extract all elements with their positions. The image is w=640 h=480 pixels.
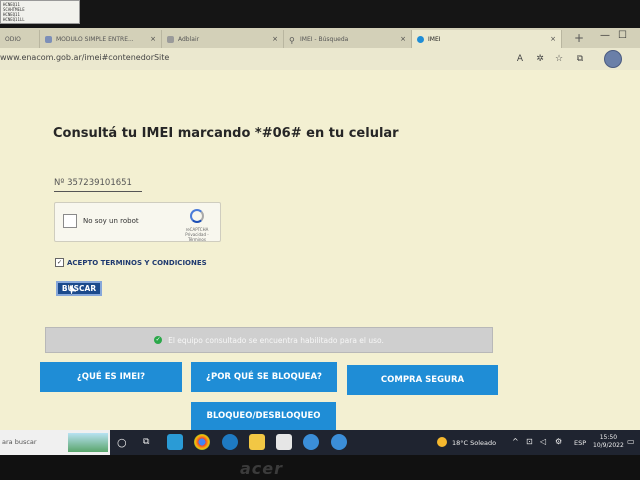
chevron-up-icon[interactable]: ^: [512, 437, 519, 446]
url-field[interactable]: www.enacom.gob.ar/imei#contenedorSite: [0, 53, 169, 62]
edge-icon[interactable]: [222, 434, 238, 450]
result-banner: ✓ El equipo consultado se encuentra habi…: [45, 327, 493, 353]
recaptcha-icon: [190, 209, 204, 223]
page-icon: [45, 35, 52, 43]
cortana-icon[interactable]: ○: [117, 436, 127, 449]
search-button[interactable]: BUSCAR: [56, 281, 102, 296]
weather-sun-icon: [437, 437, 447, 447]
language-indicator[interactable]: ESP: [574, 439, 586, 447]
address-bar: www.enacom.gob.ar/imei#contenedorSite A …: [0, 48, 640, 71]
app-icon[interactable]: [331, 434, 347, 450]
terms-checkbox[interactable]: ✓: [55, 258, 64, 267]
tab-odio[interactable]: ODIO: [0, 30, 40, 48]
read-aloud-icon[interactable]: A: [514, 53, 526, 65]
avatar[interactable]: [604, 50, 622, 68]
terms-row: ✓ ACEPTO TERMINOS Y CONDICIONES: [55, 258, 207, 267]
app-icon[interactable]: [167, 434, 183, 450]
tab-label: IMEI: [428, 35, 441, 43]
page-title: Consultá tu IMEI marcando *#06# en tu ce…: [53, 126, 399, 141]
device-sticker: HCNEQ11 SCAHTMELE HCNEQ11 HCNEQ11LL: [0, 0, 80, 24]
settings-icon[interactable]: ⚙: [555, 437, 562, 446]
monitor-bezel-bottom: [0, 455, 640, 480]
browser-tab-strip: ODIO MODULO SIMPLE ENTRE... × Adblair × …: [0, 28, 640, 48]
page-icon: [167, 35, 174, 43]
close-tab-icon[interactable]: ×: [550, 35, 556, 43]
sticker-line: HCNEQ11LL: [3, 17, 25, 22]
app-icon[interactable]: [303, 434, 319, 450]
safe-purchase-button[interactable]: COMPRA SEGURA: [347, 365, 498, 395]
notifications-icon[interactable]: ▭: [627, 437, 635, 446]
search-icon: ⚲: [289, 35, 295, 45]
close-tab-icon[interactable]: ×: [400, 35, 406, 43]
taskbar: ara buscar ○ ⧉ 18°C Soleado ^ ⊡ ◁ ⚙ ESP …: [0, 430, 640, 455]
close-tab-icon[interactable]: ×: [150, 35, 156, 43]
recaptcha-checkbox[interactable]: [63, 214, 77, 228]
tab-imei-busqueda[interactable]: ⚲ IMEI - Búsqueda ×: [284, 30, 412, 48]
document-icon[interactable]: [276, 434, 292, 450]
monitor-brand-logo: acer: [240, 459, 284, 478]
volume-icon[interactable]: ◁: [540, 437, 546, 446]
monitor-bezel-top: [0, 0, 640, 28]
taskbar-search-placeholder: ara buscar: [2, 438, 37, 446]
what-is-imei-button[interactable]: ¿QUÉ ES IMEI?: [40, 362, 182, 392]
recaptcha-widget: No soy un robot reCAPTCHA Privacidad - T…: [54, 202, 221, 242]
tab-label: MODULO SIMPLE ENTRE...: [56, 35, 134, 43]
minimize-button[interactable]: —: [600, 30, 610, 41]
tab-label: ODIO: [5, 35, 21, 43]
check-circle-icon: ✓: [154, 336, 163, 344]
maximize-button[interactable]: ☐: [618, 30, 627, 41]
clock-date: 10/9/2022: [593, 442, 624, 449]
tab-imei[interactable]: IMEI ×: [412, 30, 562, 48]
clock-time: 15:50: [599, 434, 618, 441]
search-highlight-image: [68, 433, 108, 452]
recaptcha-label: No soy un robot: [83, 217, 139, 225]
task-view-icon[interactable]: ⧉: [143, 437, 149, 447]
page-content: Consultá tu IMEI marcando *#06# en tu ce…: [0, 70, 640, 430]
tab-modulo[interactable]: MODULO SIMPLE ENTRE... ×: [40, 30, 162, 48]
recaptcha-links[interactable]: Privacidad - Términos: [177, 232, 217, 242]
terms-label[interactable]: ACEPTO TERMINOS Y CONDICIONES: [67, 259, 207, 267]
file-explorer-icon[interactable]: [249, 434, 265, 450]
close-tab-icon[interactable]: ×: [272, 35, 278, 43]
favorites-icon[interactable]: ☆: [553, 53, 565, 65]
imei-input[interactable]: Nº 357239101651: [54, 178, 142, 192]
tab-label: Adblair: [178, 35, 200, 43]
clock[interactable]: 15:50 10/9/2022: [593, 434, 624, 450]
tab-label: IMEI - Búsqueda: [300, 35, 349, 43]
block-unblock-button[interactable]: BLOQUEO/DESBLOQUEO: [191, 402, 336, 430]
tab-adblair[interactable]: Adblair ×: [162, 30, 284, 48]
recaptcha-brand: reCAPTCHA Privacidad - Términos: [177, 227, 217, 242]
chrome-icon[interactable]: [194, 434, 210, 450]
new-tab-button[interactable]: +: [574, 31, 584, 45]
network-icon[interactable]: ⊡: [526, 437, 533, 446]
taskbar-search[interactable]: ara buscar: [0, 430, 110, 455]
gear-icon[interactable]: ✲: [534, 53, 546, 65]
page-icon: [417, 35, 424, 43]
result-message: El equipo consultado se encuentra habili…: [168, 335, 384, 345]
why-blocked-button[interactable]: ¿POR QUÉ SE BLOQUEA?: [191, 362, 337, 392]
weather-text[interactable]: 18°C Soleado: [452, 439, 496, 447]
collections-icon[interactable]: ⧉: [574, 53, 586, 65]
